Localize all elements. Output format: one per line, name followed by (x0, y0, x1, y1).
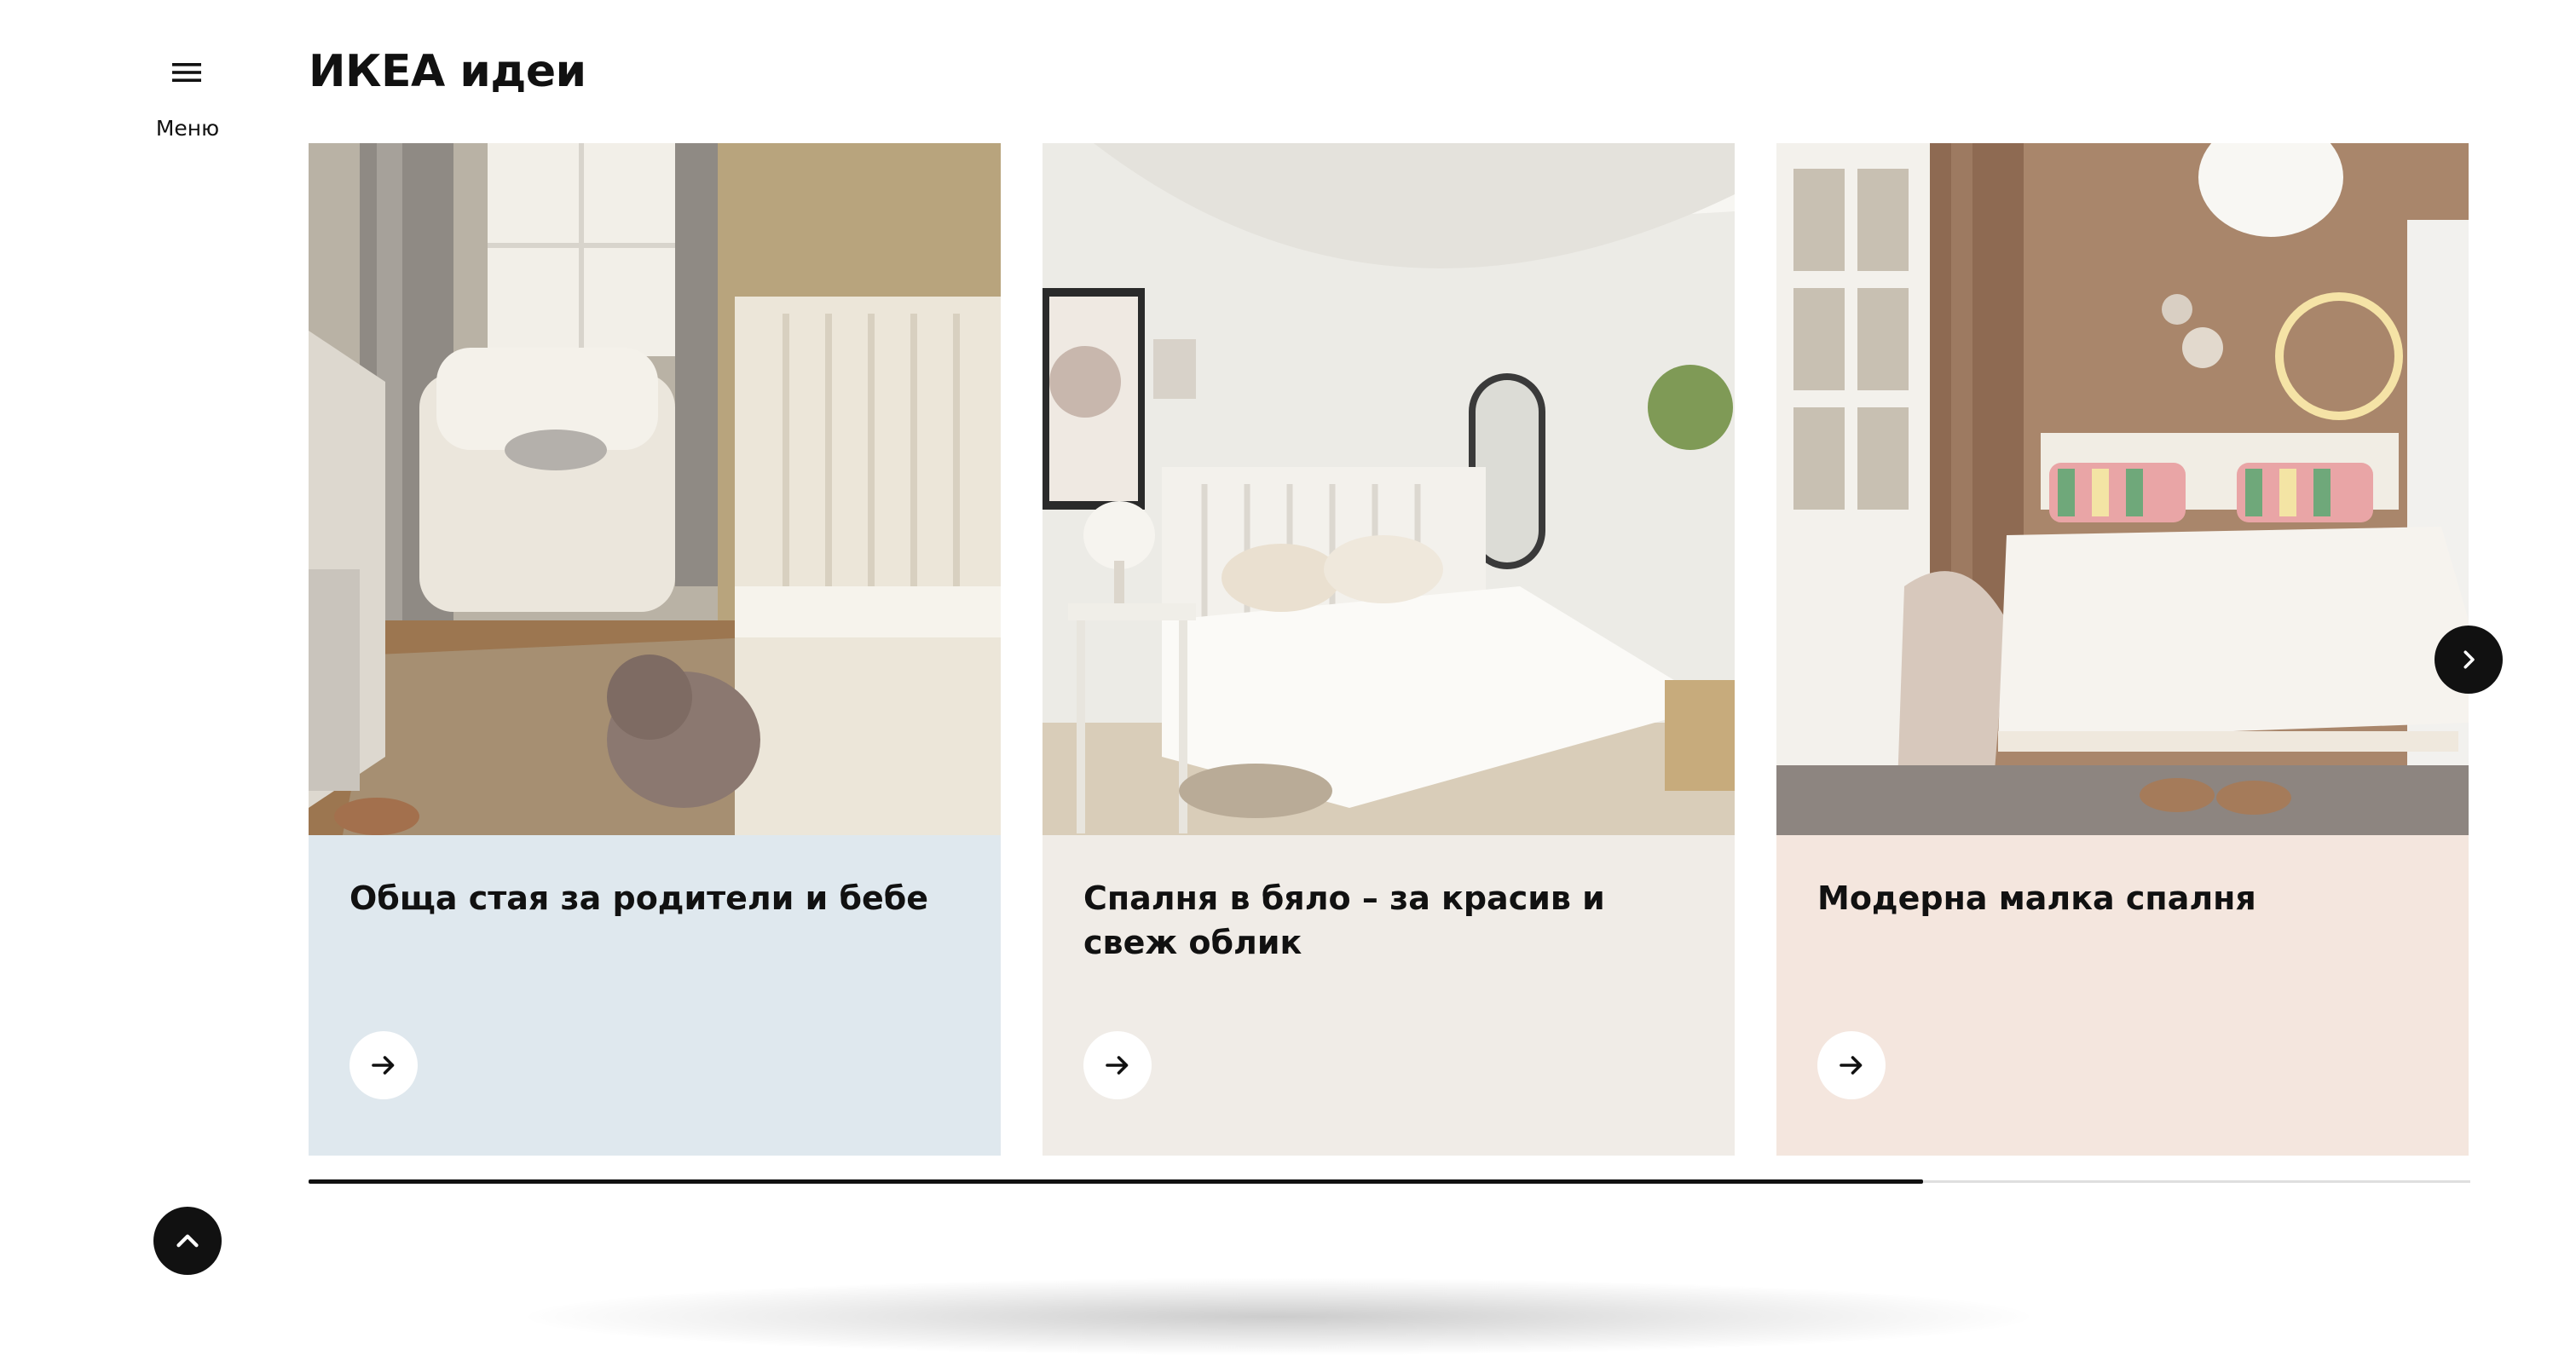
card-body: Обща стая за родители и бебе (309, 835, 1001, 1156)
page-title: ИКЕА идеи (309, 46, 586, 97)
card-image-modern-bedroom (1776, 143, 2469, 835)
card-image-white-bedroom (1043, 143, 1735, 835)
sidebar: Меню (0, 0, 290, 1314)
chevron-up-icon (176, 1234, 199, 1248)
card-body: Модерна малка спалня (1776, 835, 2469, 1156)
ideas-carousel: Обща стая за родители и бебе Спалня в бя… (309, 143, 2470, 1157)
carousel-scrollbar[interactable] (309, 1179, 2470, 1185)
card-title: Обща стая за родители и бебе (349, 879, 929, 917)
back-to-top-button[interactable] (153, 1207, 222, 1275)
arrow-right-icon (1840, 1056, 1863, 1075)
card-image-shared-room (309, 143, 1001, 835)
idea-card-modern-bedroom[interactable]: Модерна малка спалня (1776, 143, 2469, 1156)
card-arrow-button[interactable] (1817, 1031, 1886, 1099)
menu-label: Меню (155, 116, 220, 141)
carousel-next-button[interactable] (2434, 626, 2503, 694)
card-arrow-button[interactable] (1083, 1031, 1152, 1099)
hamburger-icon (172, 63, 201, 82)
chevron-right-icon (2463, 650, 2475, 669)
arrow-right-icon (1106, 1056, 1129, 1075)
menu-button[interactable]: Меню (145, 48, 230, 150)
card-title: Спалня в бяло – за красив и свеж облик (1083, 879, 1605, 961)
card-body: Спалня в бяло – за красив и свеж облик (1043, 835, 1735, 1156)
bottom-panel-shadow (528, 1278, 2029, 1355)
card-title: Модерна малка спалня (1817, 879, 2256, 917)
card-arrow-button[interactable] (349, 1031, 418, 1099)
arrow-right-icon (372, 1056, 395, 1075)
scrollbar-thumb[interactable] (309, 1179, 1924, 1184)
idea-card-white-bedroom[interactable]: Спалня в бяло – за красив и свеж облик (1043, 143, 1735, 1156)
idea-card-shared-room[interactable]: Обща стая за родители и бебе (309, 143, 1001, 1156)
